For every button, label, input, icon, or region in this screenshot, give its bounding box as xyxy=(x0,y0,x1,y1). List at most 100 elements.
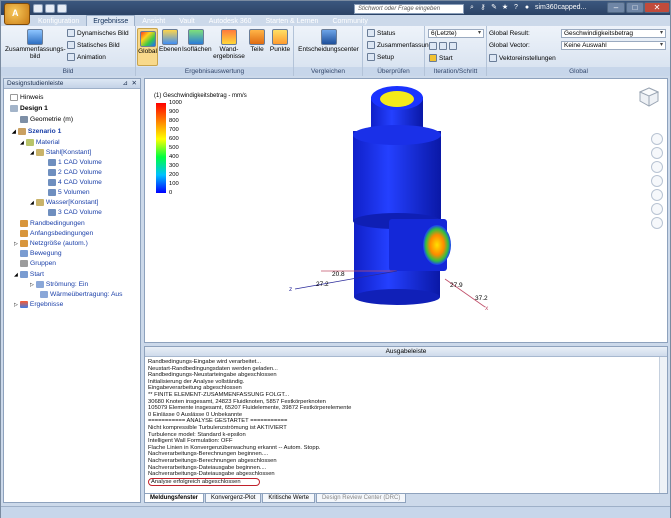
punkte-button[interactable]: Punkte xyxy=(268,29,292,53)
tree-item-bewegung[interactable]: Bewegung xyxy=(20,250,62,257)
iteration-dropdown[interactable]: 6(Letzte) xyxy=(428,29,484,38)
tree-item-geometrie[interactable]: Geometrie (m) xyxy=(20,116,73,123)
tab-ergebnisse[interactable]: Ergebnisse xyxy=(86,15,136,26)
zoom-icon[interactable] xyxy=(651,161,663,173)
quick-access-new-icon[interactable] xyxy=(33,4,43,13)
tab-community[interactable]: Community xyxy=(325,15,374,26)
close-panel-icon[interactable]: ✕ xyxy=(132,79,137,89)
global-results-icon xyxy=(139,31,156,47)
pin-icon[interactable]: ⊿ xyxy=(123,79,128,89)
tree-item-gruppen[interactable]: Gruppen xyxy=(20,260,56,267)
tab-meldungsfenster[interactable]: Meldungsfenster xyxy=(144,493,205,503)
mesh-icon xyxy=(19,240,28,247)
tree-item-volume-3[interactable]: 3 CAD Volume xyxy=(48,209,102,216)
key-icon[interactable]: ⚷ xyxy=(479,4,487,12)
animation-button[interactable]: Animation xyxy=(67,53,106,61)
prev-step-icon[interactable] xyxy=(439,42,447,50)
tree-item-volume-1[interactable]: 1 CAD Volume xyxy=(48,159,102,166)
wandergebnisse-button[interactable]: Wand-ergebnisse xyxy=(212,29,246,60)
user-name[interactable]: sim360capped... xyxy=(535,4,586,11)
isosurfaces-icon xyxy=(188,29,204,45)
start-icon xyxy=(19,271,28,278)
entscheidungscenter-button[interactable]: Entscheidungscenter xyxy=(296,29,361,53)
tab-kritische-werte[interactable]: Kritische Werte xyxy=(262,493,315,503)
tab-design-review-center[interactable]: Design Review Center (DRC) xyxy=(315,493,407,503)
look-at-icon[interactable] xyxy=(651,189,663,201)
setup-button[interactable]: Setup xyxy=(367,53,394,61)
collapse-arrow-icon[interactable]: ◢ xyxy=(12,129,16,135)
collapse-arrow-icon[interactable]: ◢ xyxy=(30,200,34,206)
tree-item-start[interactable]: ◢ Start xyxy=(14,271,44,278)
collapse-arrow-icon[interactable]: ◢ xyxy=(14,272,18,278)
tree-item-waermeuebertragung[interactable]: Wärmeübertragung: Aus xyxy=(40,291,122,298)
application-menu-button[interactable]: A xyxy=(4,3,30,25)
tree-item-stroemung[interactable]: ▷ Strömung: Ein xyxy=(30,281,88,288)
search-input[interactable]: Stichwort oder Frage eingeben xyxy=(354,4,464,14)
tree-item-volume-4[interactable]: 4 CAD Volume xyxy=(48,179,102,186)
binoculars-icon[interactable]: ⌕ xyxy=(468,4,476,12)
tree-item-design-1[interactable]: Design 1 xyxy=(10,105,48,112)
tree-item-material[interactable]: ◢ Material xyxy=(20,139,60,146)
group-global: Global Result: Geschwindigkeitsbetrag Gl… xyxy=(487,26,670,76)
statisches-bild-button[interactable]: Statisches Bild xyxy=(67,41,120,49)
tree-item-anfangsbedingungen[interactable]: Anfangsbedingungen xyxy=(20,230,93,237)
expand-arrow-icon[interactable]: ▷ xyxy=(14,241,18,247)
quick-access-save-icon[interactable] xyxy=(57,4,67,13)
picture-icon xyxy=(27,29,43,45)
teile-button[interactable]: Teile xyxy=(247,29,267,53)
output-scrollbar[interactable] xyxy=(659,357,667,493)
tab-konfiguration[interactable]: Konfiguration xyxy=(31,15,86,26)
ebenen-button[interactable]: Ebenen xyxy=(159,29,181,53)
graphics-viewport[interactable]: (1) Geschwindigkeitsbetrag - mm/s 1000 90… xyxy=(144,78,668,343)
viewcube-icon[interactable] xyxy=(639,87,659,107)
tree-item-stahl[interactable]: ◢ Stahl[Konstant] xyxy=(30,149,91,156)
animation-icon xyxy=(67,53,75,61)
steering-wheel-icon[interactable] xyxy=(651,133,663,145)
log-line-success: Analyse erfolgreich abgeschlossen xyxy=(148,477,260,486)
dynamisches-bild-button[interactable]: Dynamisches Bild xyxy=(67,29,129,37)
global-button[interactable]: Global xyxy=(137,28,158,66)
vektoreinstellungen-button[interactable]: Vektoreinstellungen xyxy=(489,54,556,62)
tab-ansicht[interactable]: Ansicht xyxy=(135,15,172,26)
maximize-button[interactable]: □ xyxy=(626,2,644,13)
tab-konvergenz-plot[interactable]: Konvergenz-Plot xyxy=(205,493,262,503)
expand-arrow-icon[interactable]: ▷ xyxy=(14,302,18,308)
collapse-arrow-icon[interactable]: ◢ xyxy=(20,140,24,146)
status-button[interactable]: Status xyxy=(367,29,395,37)
next-step-icon[interactable] xyxy=(449,42,457,50)
fit-icon[interactable] xyxy=(651,203,663,215)
zusammenfassung-button[interactable]: Zusammenfassung xyxy=(367,41,432,49)
tab-starten-lernen[interactable]: Starten & Lernen xyxy=(259,15,326,26)
expand-arrow-icon[interactable]: ▷ xyxy=(30,282,34,288)
quick-access-open-icon[interactable] xyxy=(45,4,55,13)
isoflaechen-button[interactable]: Isoflächen xyxy=(182,29,212,53)
first-step-icon[interactable] xyxy=(429,42,437,50)
help-icon[interactable]: ? xyxy=(512,4,520,12)
global-vector-dropdown[interactable]: Keine Auswahl xyxy=(561,41,666,50)
tree-item-hinweis[interactable]: Hinweis xyxy=(10,94,43,101)
tree-item-randbedingungen[interactable]: Randbedingungen xyxy=(20,220,85,227)
tree-item-volume-5[interactable]: 5 Volumen xyxy=(48,189,90,196)
tab-autodesk-360[interactable]: Autodesk 360 xyxy=(202,15,259,26)
tree-item-wasser[interactable]: ◢ Wasser[Konstant] xyxy=(30,199,98,206)
wrench-icon[interactable]: ✎ xyxy=(490,4,498,12)
tree-item-netzgroesse[interactable]: ▷ Netzgröße (autom.) xyxy=(14,240,88,247)
close-button[interactable]: ✕ xyxy=(644,2,670,13)
output-tabs: Meldungsfenster Konvergenz-Plot Kritisch… xyxy=(144,493,407,503)
zusammenfassungsbild-button[interactable]: Zusammenfassungs-bild xyxy=(5,29,66,60)
pan-icon[interactable] xyxy=(651,147,663,159)
start-button[interactable]: Start xyxy=(429,54,453,62)
dim-label-20-8: 20.8 xyxy=(332,271,345,278)
tree-item-volume-2[interactable]: 2 CAD Volume xyxy=(48,169,102,176)
global-result-dropdown[interactable]: Geschwindigkeitsbetrag xyxy=(561,29,666,38)
orbit-icon[interactable] xyxy=(651,175,663,187)
iteration-arrows[interactable] xyxy=(429,42,457,50)
minimize-button[interactable]: – xyxy=(607,2,625,13)
star-icon[interactable]: ★ xyxy=(501,4,509,12)
collapse-arrow-icon[interactable]: ◢ xyxy=(30,150,34,156)
geometry-icon xyxy=(20,116,28,123)
tree-item-szenario-1[interactable]: ◢ Szenario 1 xyxy=(12,128,61,135)
tab-vault[interactable]: Vault xyxy=(172,15,201,26)
tree-item-ergebnisse[interactable]: ▷ Ergebnisse xyxy=(14,301,63,308)
settings-icon[interactable] xyxy=(651,217,663,229)
